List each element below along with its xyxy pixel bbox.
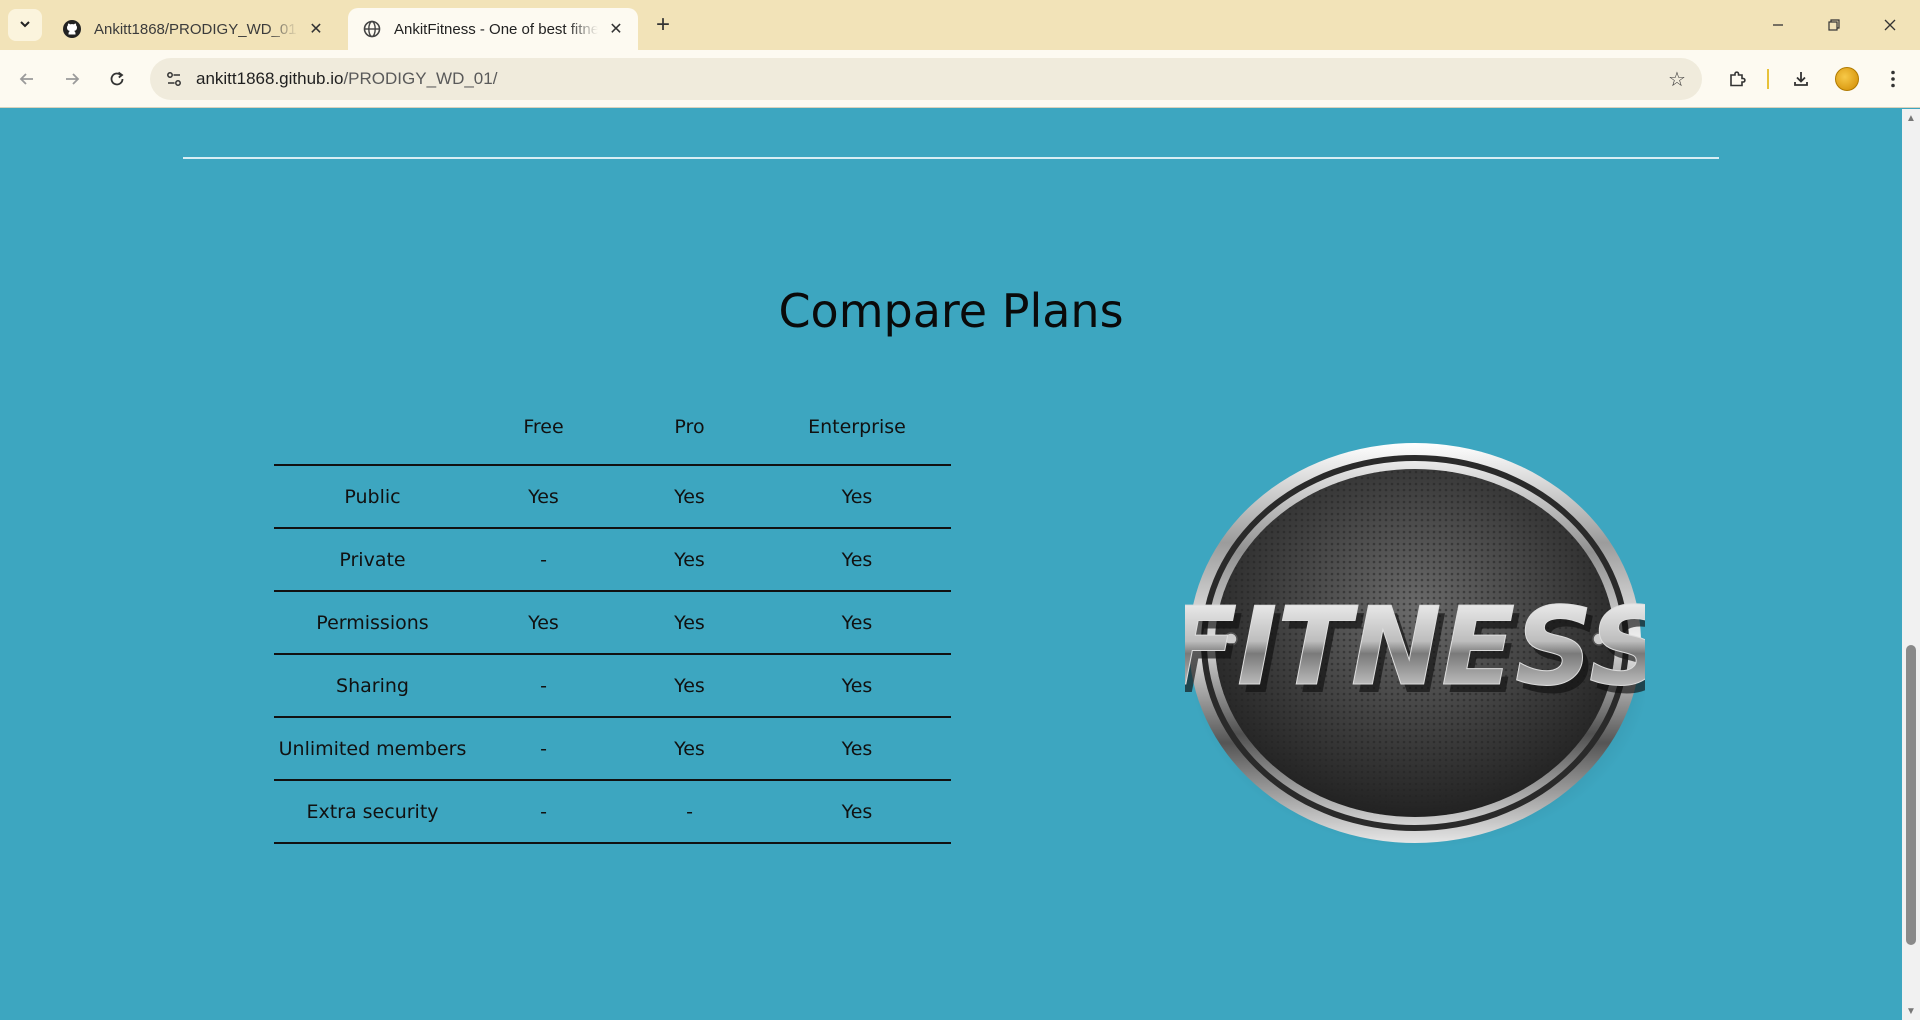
table-cell: Yes [471,465,616,529]
table-cell: Yes [763,780,951,844]
browser-toolbar: ankitt1868.github.io/PRODIGY_WD_01/ ☆ [0,50,1920,108]
tab-strip: Ankitt1868/PRODIGY_WD_01: It ✕ AnkitFitn… [0,0,1920,50]
site-info-icon[interactable] [154,59,194,99]
table-cell: - [471,654,616,718]
download-icon[interactable] [1784,62,1818,96]
table-cell: Yes [616,717,763,781]
tab-ankitfitness[interactable]: AnkitFitness - One of best fitness ✕ [348,8,638,50]
close-window-button[interactable] [1862,0,1918,50]
address-bar[interactable]: ankitt1868.github.io/PRODIGY_WD_01/ ☆ [150,58,1702,100]
column-header [274,389,471,466]
feature-name: Sharing [274,654,471,718]
url-path: /PRODIGY_WD_01/ [343,69,498,88]
feature-name: Private [274,528,471,592]
url-text: ankitt1868.github.io/PRODIGY_WD_01/ [196,69,497,89]
fitness-logo: FITNESS FITNESS [1185,443,1645,849]
close-icon[interactable]: ✕ [606,19,626,39]
profile-avatar[interactable] [1830,62,1864,96]
extensions-icon[interactable] [1720,62,1754,96]
compare-plans-table: Free Pro Enterprise Public Yes Yes Yes P… [274,389,951,844]
table-row: Extra security - - Yes [274,780,951,844]
tab-title: Ankitt1868/PRODIGY_WD_01: It [94,20,298,38]
feature-name: Extra security [274,780,471,844]
table-row: Permissions Yes Yes Yes [274,591,951,655]
minimize-button[interactable] [1750,0,1806,50]
table-cell: - [471,717,616,781]
column-header-free: Free [471,389,616,466]
table-cell: - [616,780,763,844]
column-header-pro: Pro [616,389,763,466]
section-title: Compare Plans [778,284,1124,338]
table-cell: Yes [616,654,763,718]
section-divider [183,157,1719,159]
table-cell: Yes [763,528,951,592]
back-button[interactable] [10,62,44,96]
github-icon [62,19,82,39]
new-tab-button[interactable]: + [650,11,676,38]
table-cell: Yes [763,465,951,529]
bookmark-star-icon[interactable]: ☆ [1664,66,1690,92]
page-viewport: Compare Plans Free Pro Enterprise Public… [0,109,1902,1020]
table-cell: Yes [763,654,951,718]
tab-search-button[interactable] [8,9,42,41]
feature-name: Unlimited members [274,717,471,781]
globe-icon [362,19,382,39]
feature-name: Public [274,465,471,529]
table-cell: Yes [616,465,763,529]
url-host: ankitt1868.github.io [196,69,344,88]
table-row: Sharing - Yes Yes [274,654,951,718]
tab-title: AnkitFitness - One of best fitness [394,20,598,38]
table-header-row: Free Pro Enterprise [274,389,951,466]
close-icon[interactable]: ✕ [306,19,326,39]
chevron-down-icon [18,17,32,34]
table-row: Private - Yes Yes [274,528,951,592]
avatar [1835,67,1859,91]
table-cell: - [471,780,616,844]
table-row: Unlimited members - Yes Yes [274,717,951,781]
tab-github[interactable]: Ankitt1868/PRODIGY_WD_01: It ✕ [48,8,338,50]
table-cell: Yes [616,591,763,655]
scroll-up-arrow-icon[interactable]: ▲ [1902,109,1920,127]
vertical-scrollbar[interactable]: ▲ ▼ [1902,109,1920,1020]
table-cell: Yes [763,717,951,781]
logo-text: FITNESS [1185,585,1645,710]
table-cell: Yes [763,591,951,655]
feature-name: Permissions [274,591,471,655]
scrollbar-thumb[interactable] [1906,645,1916,945]
column-header-enterprise: Enterprise [763,389,951,466]
scroll-down-arrow-icon[interactable]: ▼ [1902,1002,1920,1020]
kebab-menu-icon[interactable] [1876,62,1910,96]
table-cell: - [471,528,616,592]
toolbar-separator [1767,69,1769,89]
table-cell: Yes [471,591,616,655]
table-row: Public Yes Yes Yes [274,465,951,529]
forward-button[interactable] [55,62,89,96]
restore-button[interactable] [1806,0,1862,50]
reload-button[interactable] [100,62,134,96]
table-cell: Yes [616,528,763,592]
